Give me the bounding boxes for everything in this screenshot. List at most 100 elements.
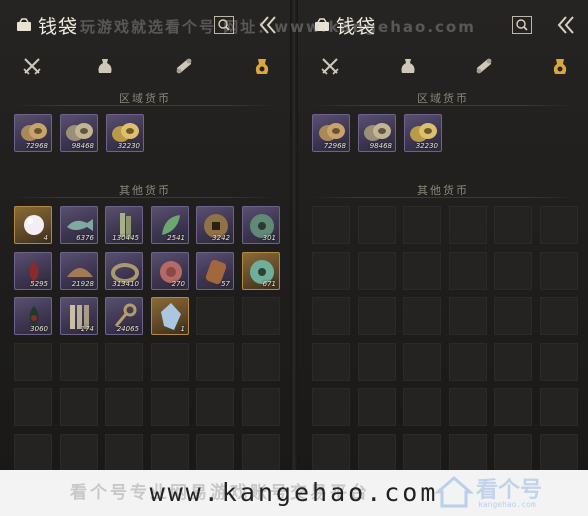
currency-item[interactable]: 5295 — [14, 252, 52, 290]
currency-item[interactable]: 32230 — [404, 114, 442, 152]
currency-item[interactable]: 174 — [60, 297, 98, 335]
currency-item[interactable]: 671 — [242, 252, 280, 290]
empty-slot — [494, 434, 532, 470]
empty-slot — [105, 343, 143, 381]
empty-slot — [540, 434, 578, 470]
empty-slot — [151, 388, 189, 426]
item-quantity: 32230 — [117, 142, 140, 150]
currency-item[interactable]: 4 — [14, 206, 52, 244]
item-quantity: 130445 — [112, 234, 139, 242]
currency-item[interactable]: 57 — [196, 252, 234, 290]
empty-slot — [14, 343, 52, 381]
currency-item[interactable]: 3242 — [196, 206, 234, 244]
empty-slot — [242, 434, 280, 470]
currency-item[interactable]: 270 — [151, 252, 189, 290]
empty-slot — [449, 343, 487, 381]
empty-slot — [242, 343, 280, 381]
empty-slot — [312, 252, 350, 290]
item-quantity: 72968 — [25, 142, 48, 150]
currency-item[interactable]: 301 — [242, 206, 280, 244]
item-quantity: 1 — [180, 325, 185, 333]
tab-items[interactable] — [394, 52, 422, 80]
item-quantity: 301 — [262, 234, 276, 242]
empty-slot — [312, 388, 350, 426]
pouch-icon — [401, 59, 415, 73]
empty-slot — [105, 388, 143, 426]
empty-slot — [449, 434, 487, 470]
empty-slot — [14, 388, 52, 426]
tab-weapons[interactable] — [316, 52, 344, 80]
scroll-icon — [176, 58, 192, 74]
watermark-logo: 看个号 kangehao.com — [432, 470, 582, 514]
empty-slot — [358, 343, 396, 381]
empty-slot — [242, 297, 280, 335]
currency-item[interactable]: 98468 — [60, 114, 98, 152]
item-quantity: 4 — [43, 234, 48, 242]
category-tabs — [0, 52, 290, 82]
divider — [310, 105, 576, 106]
empty-slot — [540, 206, 578, 244]
tab-currency[interactable] — [546, 52, 574, 80]
empty-slot — [403, 434, 441, 470]
tab-scrolls[interactable] — [470, 52, 498, 80]
currency-item[interactable]: 72968 — [14, 114, 52, 152]
empty-slot — [196, 388, 234, 426]
item-quantity: 24065 — [116, 325, 139, 333]
item-quantity: 3242 — [212, 234, 230, 242]
page-title: 钱袋 — [38, 16, 79, 38]
section-other-currency: 其他货币 — [417, 184, 469, 197]
tab-items[interactable] — [91, 52, 119, 80]
item-quantity: 671 — [262, 280, 276, 288]
currency-item[interactable]: 3060 — [14, 297, 52, 335]
empty-slot — [358, 252, 396, 290]
search-button[interactable] — [512, 16, 532, 34]
empty-slot — [60, 388, 98, 426]
currency-item[interactable]: 313410 — [105, 252, 143, 290]
empty-slot — [312, 434, 350, 470]
coin-pouch-icon — [553, 59, 567, 74]
empty-slot — [449, 206, 487, 244]
empty-slot — [151, 343, 189, 381]
crossed-swords-icon — [321, 58, 339, 75]
tab-currency[interactable] — [248, 52, 276, 80]
divider — [310, 197, 576, 198]
search-icon — [516, 19, 528, 31]
item-quantity: 174 — [80, 325, 94, 333]
empty-slot — [312, 343, 350, 381]
empty-slot — [540, 343, 578, 381]
empty-slot — [540, 252, 578, 290]
empty-slot — [358, 297, 396, 335]
empty-slot — [196, 297, 234, 335]
currency-item[interactable]: 2541 — [151, 206, 189, 244]
currency-item[interactable]: 24065 — [105, 297, 143, 335]
category-tabs — [298, 52, 588, 82]
empty-slot — [494, 297, 532, 335]
bag-icon — [17, 18, 31, 31]
empty-slot — [449, 252, 487, 290]
currency-item[interactable]: 1 — [151, 297, 189, 335]
empty-slot — [358, 434, 396, 470]
empty-slot — [449, 297, 487, 335]
pouch-icon — [98, 59, 112, 73]
empty-slot — [540, 388, 578, 426]
currency-item[interactable]: 72968 — [312, 114, 350, 152]
currency-item[interactable]: 32230 — [106, 114, 144, 152]
section-regional-currency: 区域货币 — [119, 92, 171, 105]
empty-slot — [449, 388, 487, 426]
currency-item[interactable]: 6376 — [60, 206, 98, 244]
item-quantity: 72968 — [323, 142, 346, 150]
empty-slot — [403, 297, 441, 335]
tab-scrolls[interactable] — [170, 52, 198, 80]
empty-slot — [358, 388, 396, 426]
collapse-icon[interactable] — [554, 14, 578, 36]
item-quantity: 313410 — [112, 280, 139, 288]
item-quantity: 32230 — [415, 142, 438, 150]
coin-pouch-icon — [255, 59, 269, 74]
item-quantity: 21928 — [71, 280, 94, 288]
crossed-swords-icon — [23, 58, 41, 75]
tab-weapons[interactable] — [18, 52, 46, 80]
currency-item[interactable]: 130445 — [105, 206, 143, 244]
currency-item[interactable]: 98468 — [358, 114, 396, 152]
currency-item[interactable]: 21928 — [60, 252, 98, 290]
empty-slot — [403, 343, 441, 381]
